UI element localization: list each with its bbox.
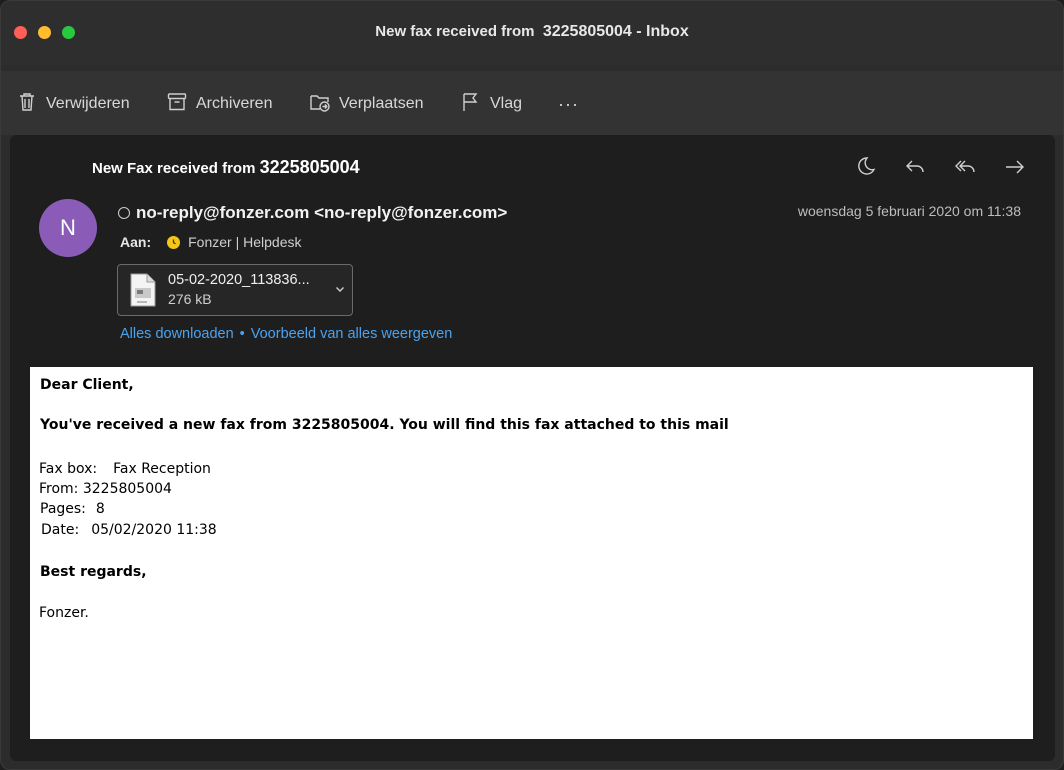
body-from-line: From: 3225805004 <box>39 481 172 497</box>
reply-icon[interactable] <box>903 155 927 179</box>
snooze-moon-icon[interactable] <box>853 155 877 179</box>
download-all-link[interactable]: Alles downloaden <box>120 326 234 342</box>
recipient-name[interactable]: Fonzer | Helpdesk <box>188 234 301 250</box>
archive-label: Archiveren <box>196 95 273 112</box>
attachment-links: Alles downloaden • Voorbeeld van alles w… <box>120 326 452 342</box>
clock-status-icon <box>167 235 181 249</box>
window-title: New fax received from 3225805004 - Inbox <box>1 23 1063 41</box>
avatar: N <box>39 199 97 257</box>
to-label: Aan: <box>120 234 152 250</box>
pdf-file-icon <box>128 273 158 307</box>
window-title-number: 3225805004 <box>542 23 632 40</box>
mail-window: New fax received from 3225805004 - Inbox… <box>0 0 1064 770</box>
attachment-size: 276 kB <box>168 291 212 307</box>
window-title-suffix: - Inbox <box>631 23 689 40</box>
message-actions <box>853 155 1027 179</box>
attachment-name: 05-02-2020_113836... <box>168 272 310 288</box>
body-closing: Best regards, <box>40 564 147 580</box>
faxbox-label: Fax box: <box>39 461 98 477</box>
sender[interactable]: no-reply@fonzer.com <no-reply@fonzer.com… <box>118 203 507 223</box>
delete-label: Verwijderen <box>46 95 130 112</box>
preview-all-link[interactable]: Voorbeeld van alles weergeven <box>251 326 453 342</box>
pages-label: Pages: <box>40 501 86 517</box>
body-greeting: Dear Client, <box>40 377 134 393</box>
reply-all-icon[interactable] <box>953 155 977 179</box>
link-separator: • <box>239 326 245 342</box>
more-button[interactable]: ··· <box>558 91 579 117</box>
sender-address: no-reply@fonzer.com <no-reply@fonzer.com… <box>136 203 508 222</box>
body-faxbox-line: Fax box: Fax Reception <box>39 461 211 477</box>
title-bar: New fax received from 3225805004 - Inbox <box>1 1 1063 65</box>
message-body: Dear Client, You've received a new fax f… <box>30 367 1033 739</box>
move-button[interactable]: Verplaatsen <box>309 91 424 117</box>
recipient-row: Aan: Fonzer | Helpdesk <box>120 234 301 250</box>
body-date-line: Date: 05/02/2020 11:38 <box>41 522 217 538</box>
folder-move-icon <box>309 91 331 118</box>
presence-ring-icon <box>118 207 130 219</box>
flag-icon <box>460 91 482 118</box>
window-title-prefix: New fax received from <box>375 23 539 40</box>
chevron-down-icon[interactable] <box>334 282 346 294</box>
faxbox-value: Fax Reception <box>113 461 211 477</box>
date-value: 05/02/2020 11:38 <box>91 522 217 538</box>
body-signature: Fonzer. <box>39 605 89 621</box>
flag-button[interactable]: Vlag <box>460 91 522 117</box>
message-date: woensdag 5 februari 2020 om 11:38 <box>797 203 1021 219</box>
attachment-card[interactable]: 05-02-2020_113836... 276 kB <box>117 264 353 316</box>
body-intro: You've received a new fax from 322580500… <box>40 417 729 433</box>
forward-icon[interactable] <box>1003 155 1027 179</box>
toolbar: Verwijderen Archiveren Verplaatsen Vlag … <box>1 71 1063 135</box>
delete-button[interactable]: Verwijderen <box>16 91 130 117</box>
reading-pane: New Fax received from 3225805004 N no-re… <box>10 135 1055 761</box>
move-label: Verplaatsen <box>339 95 424 112</box>
date-label: Date: <box>41 522 80 538</box>
archive-icon <box>166 91 188 118</box>
subject-number: 3225805004 <box>259 157 360 177</box>
message-subject: New Fax received from 3225805004 <box>92 157 360 178</box>
pages-value: 8 <box>95 501 105 517</box>
more-icon: ··· <box>558 93 579 114</box>
trash-icon <box>16 91 38 118</box>
archive-button[interactable]: Archiveren <box>166 91 272 117</box>
flag-label: Vlag <box>490 95 523 112</box>
subject-prefix: New Fax received from <box>92 160 260 177</box>
body-pages-line: Pages: 8 <box>40 501 105 517</box>
